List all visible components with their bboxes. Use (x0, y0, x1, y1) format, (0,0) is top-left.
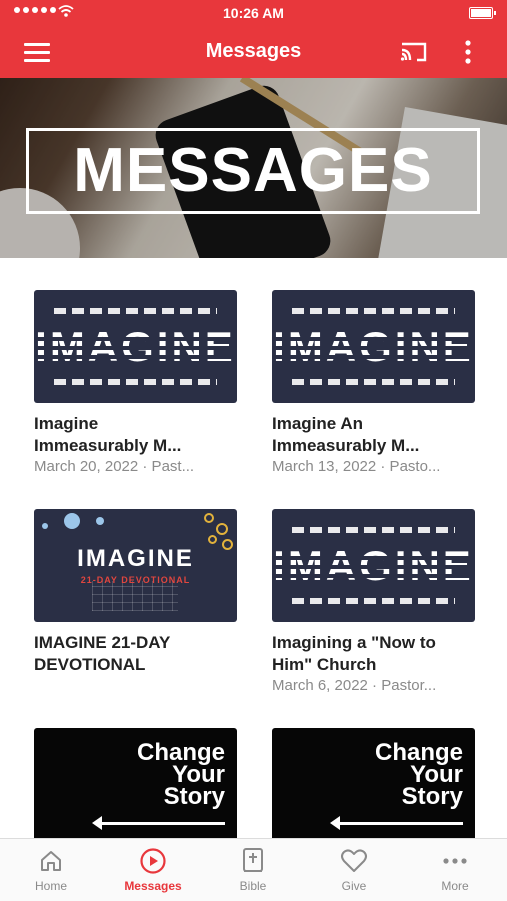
message-title: Imagine An (272, 414, 363, 433)
thumbnail-title: IMAGINE (77, 545, 194, 572)
message-title: IMAGINE 21-DAY (34, 633, 171, 652)
message-title: Imagine (34, 414, 99, 433)
message-title-line2: Him" Church (272, 655, 377, 674)
tab-label: Home (34, 879, 67, 893)
tab-label: Bible (239, 879, 267, 893)
message-card[interactable]: IMAGINE Imagine An Immeasurably M... Mar… (272, 290, 475, 477)
tab-messages[interactable]: Messages (113, 847, 193, 893)
tab-more[interactable]: More (415, 847, 495, 893)
cast-icon[interactable] (398, 38, 430, 66)
bible-icon (243, 848, 263, 872)
tab-label: Messages (124, 879, 182, 893)
bottom-tab-bar: Home Messages Bible Give More (0, 838, 507, 901)
message-title-line2: DEVOTIONAL (34, 655, 146, 674)
imagine-logo: IMAGINE (273, 541, 474, 589)
message-card[interactable]: IMAGINE 21-DAY DEVOTIONAL IMAGINE 21-DAY… (34, 509, 237, 676)
tab-home[interactable]: Home (11, 847, 91, 893)
message-title-line2: Immeasurably M... (272, 436, 420, 455)
imagine-logo: IMAGINE (35, 322, 236, 370)
message-subtitle: March 20, 2022 · Past... (34, 458, 195, 475)
message-title-line2: Immeasurably M... (34, 436, 182, 455)
message-thumbnail: IMAGINE (34, 290, 237, 403)
message-subtitle: March 13, 2022 · Pasto... (272, 458, 441, 475)
hero-banner: MESSAGES (0, 78, 507, 258)
message-thumbnail: IMAGINE (272, 290, 475, 403)
message-thumbnail: Change Your Story (272, 728, 475, 841)
more-vertical-icon[interactable] (458, 38, 478, 66)
change-your-story-text: Change Your Story (374, 739, 463, 810)
tab-give[interactable]: Give (314, 847, 394, 893)
message-thumbnail: IMAGINE (272, 509, 475, 622)
message-card[interactable]: Change Your Story (272, 728, 475, 841)
heart-icon (341, 849, 367, 872)
message-thumbnail: IMAGINE 21-DAY DEVOTIONAL (34, 509, 237, 622)
more-dots-icon (443, 858, 467, 864)
message-subtitle: March 6, 2022 · Pastor... (272, 677, 437, 694)
home-icon (41, 851, 61, 871)
tab-bible[interactable]: Bible (213, 847, 293, 893)
play-circle-icon (140, 848, 166, 874)
message-thumbnail: Change Your Story (34, 728, 237, 841)
tab-label: Give (341, 879, 367, 893)
page-title: Messages (205, 40, 302, 62)
status-bar: 10:26 AM (0, 0, 507, 26)
message-card[interactable]: IMAGINE Imagining a "Now to Him" Church … (272, 509, 475, 696)
message-title: Imagining a "Now to (272, 633, 436, 652)
message-card[interactable]: IMAGINE Imagine Immeasurably M... March … (34, 290, 237, 477)
imagine-logo: IMAGINE (273, 322, 474, 370)
tab-label: More (441, 879, 469, 893)
battery-icon (469, 7, 496, 19)
status-time: 10:26 AM (223, 5, 284, 21)
hero-title: MESSAGES (73, 136, 433, 205)
app-bar: Messages (0, 26, 507, 78)
message-card[interactable]: Change Your Story (34, 728, 237, 841)
change-your-story-text: Change Your Story (136, 739, 225, 810)
thumbnail-subtitle: 21-DAY DEVOTIONAL (80, 575, 191, 585)
